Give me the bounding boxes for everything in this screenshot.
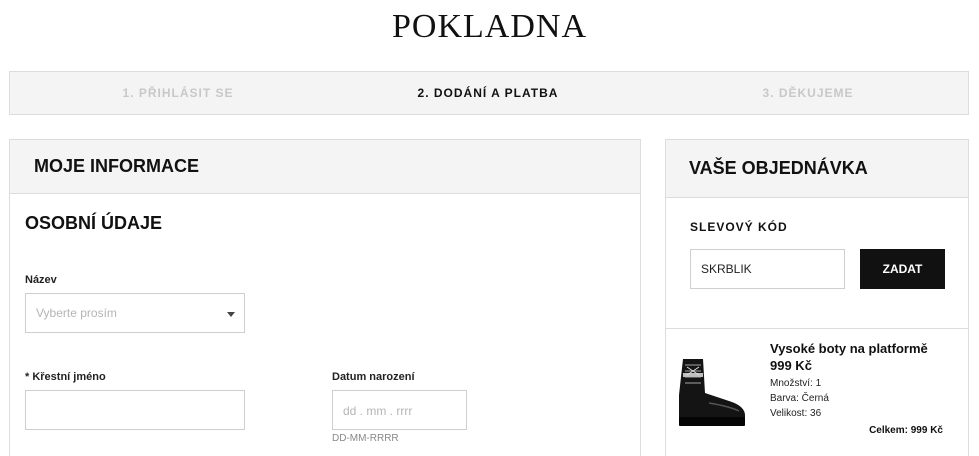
title-select-placeholder: Vyberte prosím	[36, 306, 117, 320]
my-information-header: MOJE INFORMACE	[10, 140, 640, 194]
apply-discount-button[interactable]: ZADAT	[860, 249, 945, 289]
page-title: POKLADNA	[392, 8, 587, 45]
discount-code-input[interactable]: SKRBLIK	[690, 249, 845, 289]
birth-date-label: Datum narození	[332, 371, 415, 383]
birth-date-format-hint: DD-MM-RRRR	[332, 433, 399, 444]
step-login[interactable]: 1. PŘIHLÁSIT SE	[118, 72, 238, 114]
discount-code-label: SLEVOVÝ KÓD	[690, 220, 788, 234]
title-label: Název	[25, 274, 57, 286]
product-price: 999 Kč	[770, 358, 812, 373]
my-information-panel: MOJE INFORMACE OSOBNÍ ÚDAJE Název Vybert…	[9, 139, 641, 456]
title-select[interactable]: Vyberte prosím	[25, 293, 245, 333]
step-delivery-payment: 2. DODÁNÍ A PLATBA	[417, 86, 559, 100]
boot-image[interactable]	[669, 355, 749, 427]
first-name-label: * Křestní jméno	[25, 371, 106, 383]
birth-date-placeholder: dd . mm . rrrr	[343, 404, 413, 418]
personal-details-title: OSOBNÍ ÚDAJE	[25, 213, 163, 233]
step-thank-you: 3. DĚKUJEME	[762, 86, 854, 100]
product-total: Celkem: 999 Kč	[869, 425, 943, 436]
product-name[interactable]: Vysoké boty na platformě	[770, 341, 965, 357]
birth-date-input[interactable]: dd . mm . rrrr	[332, 390, 467, 430]
product-size: Velikost: 36	[770, 408, 822, 419]
first-name-input[interactable]	[25, 390, 245, 430]
chevron-down-icon	[227, 312, 235, 317]
product-quantity: Množství: 1	[770, 378, 822, 389]
order-summary-header: VAŠE OBJEDNÁVKA	[666, 140, 968, 198]
divider	[666, 328, 968, 329]
product-color: Barva: Černá	[770, 393, 829, 404]
checkout-steps: 1. PŘIHLÁSIT SE 2. DODÁNÍ A PLATBA 3. DĚ…	[9, 71, 969, 115]
order-summary-panel: VAŠE OBJEDNÁVKA SLEVOVÝ KÓD SKRBLIK ZADA…	[665, 139, 969, 456]
